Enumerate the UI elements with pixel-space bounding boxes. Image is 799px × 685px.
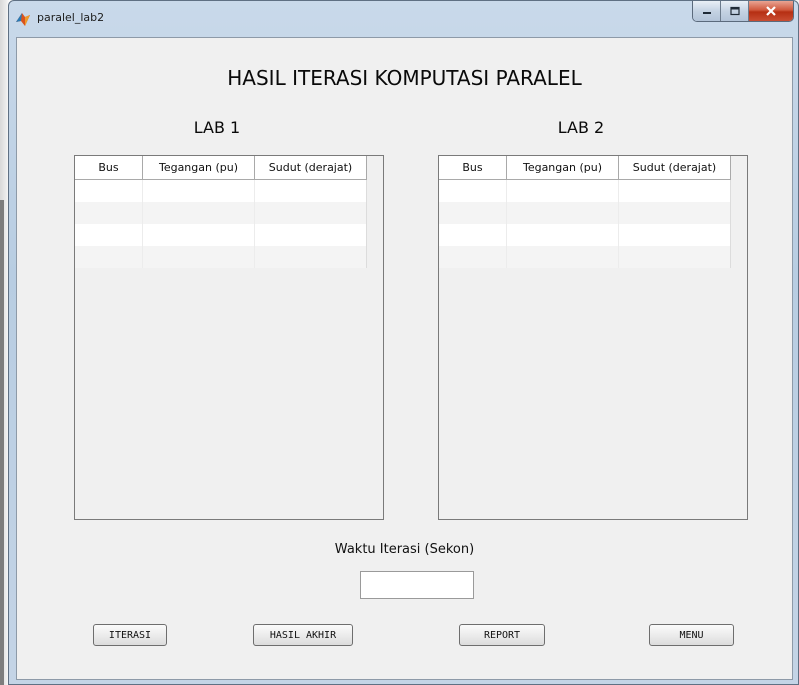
lab1-table[interactable]: Bus Tegangan (pu) Sudut (derajat): [74, 155, 384, 520]
page-title: HASIL ITERASI KOMPUTASI PARALEL: [227, 66, 582, 90]
column-header-bus[interactable]: Bus: [439, 156, 507, 180]
table-row[interactable]: [75, 180, 367, 202]
table-body: [439, 180, 731, 268]
lab1-label: LAB 1: [193, 118, 241, 137]
window-title: paralel_lab2: [37, 11, 105, 24]
close-icon: [766, 6, 776, 16]
minimize-button[interactable]: [693, 1, 721, 21]
figure-panel: HASIL ITERASI KOMPUTASI PARALEL LAB 1 LA…: [16, 37, 793, 680]
table-row[interactable]: [75, 224, 367, 246]
table-row[interactable]: [75, 246, 367, 268]
report-button[interactable]: REPORT: [459, 624, 545, 646]
lab2-label: LAB 2: [557, 118, 605, 137]
waktu-iterasi-field[interactable]: [360, 571, 474, 599]
iterasi-button[interactable]: ITERASI: [93, 624, 167, 646]
table-header: Bus Tegangan (pu) Sudut (derajat): [439, 156, 731, 180]
matlab-icon: [16, 13, 30, 26]
title-bar[interactable]: paralel_lab2: [9, 1, 798, 37]
waktu-iterasi-label: Waktu Iterasi (Sekon): [334, 542, 475, 557]
column-header-sudut[interactable]: Sudut (derajat): [255, 156, 367, 180]
column-header-bus[interactable]: Bus: [75, 156, 143, 180]
table-row[interactable]: [439, 180, 731, 202]
column-header-sudut[interactable]: Sudut (derajat): [619, 156, 731, 180]
maximize-icon: [729, 6, 740, 16]
table-row[interactable]: [439, 246, 731, 268]
column-header-tegangan[interactable]: Tegangan (pu): [143, 156, 255, 180]
minimize-icon: [702, 12, 711, 14]
table-row[interactable]: [439, 202, 731, 224]
table-header: Bus Tegangan (pu) Sudut (derajat): [75, 156, 367, 180]
desktop-scroll-strip: [0, 200, 4, 685]
column-header-tegangan[interactable]: Tegangan (pu): [507, 156, 619, 180]
close-button[interactable]: [749, 1, 793, 21]
app-window: paralel_lab2 HASIL ITERASI KOMPUTASI PAR…: [8, 0, 799, 685]
lab2-table[interactable]: Bus Tegangan (pu) Sudut (derajat): [438, 155, 748, 520]
table-body: [75, 180, 367, 268]
menu-button[interactable]: MENU: [649, 624, 734, 646]
table-row[interactable]: [439, 224, 731, 246]
maximize-button[interactable]: [721, 1, 749, 21]
window-controls: [692, 1, 794, 22]
hasil-akhir-button[interactable]: HASIL AKHIR: [253, 624, 353, 646]
table-row[interactable]: [75, 202, 367, 224]
